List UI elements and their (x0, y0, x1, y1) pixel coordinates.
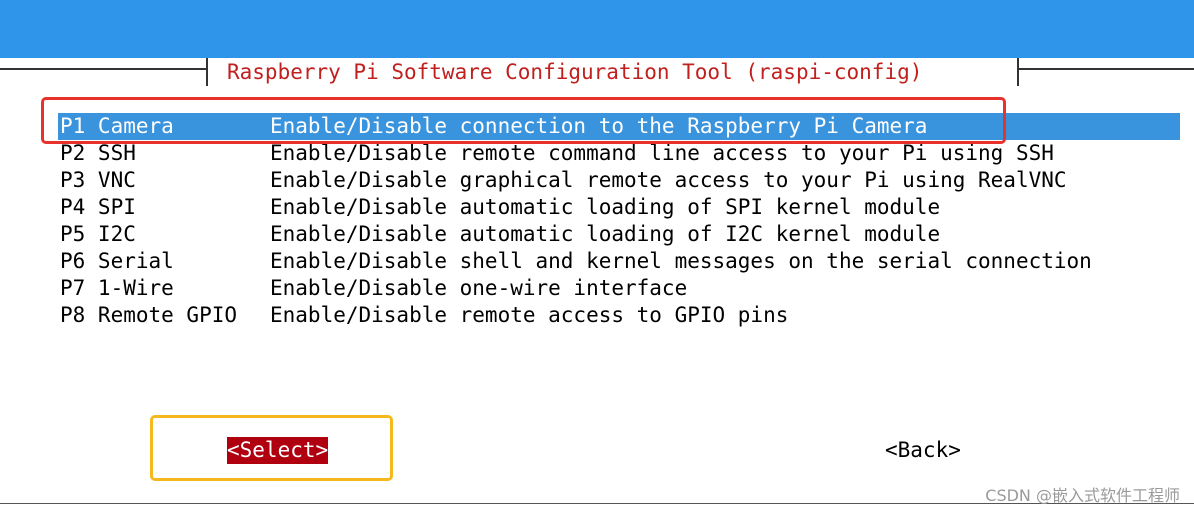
frame-top-left-line (0, 68, 206, 70)
menu-item-description: Enable/Disable graphical remote access t… (270, 168, 1067, 192)
menu-item-description: Enable/Disable remote command line acces… (270, 141, 1054, 165)
csdn-watermark: CSDN @嵌入式软件工程师 (985, 486, 1180, 505)
menu-item-p4-spi[interactable]: P4 SPI Enable/Disable automatic loading … (0, 194, 1194, 221)
menu-item-description: Enable/Disable remote access to GPIO pin… (270, 303, 789, 327)
menu-item-key: P4 SPI (60, 195, 136, 219)
frame-top-right-line (1019, 68, 1194, 70)
dialog-title: Raspberry Pi Software Configuration Tool… (227, 60, 923, 84)
menu-item-p5-i2c[interactable]: P5 I2C Enable/Disable automatic loading … (0, 221, 1194, 248)
select-button[interactable]: <Select> (227, 437, 329, 464)
menu-item-key: P7 1-Wire (60, 276, 174, 300)
menu-item-key: P3 VNC (60, 168, 136, 192)
menu-item-description: Enable/Disable shell and kernel messages… (270, 249, 1092, 273)
menu-item-key: P8 Remote GPIO (60, 303, 238, 327)
menu-item-p7-1-wire[interactable]: P7 1-Wire Enable/Disable one-wire interf… (0, 275, 1194, 302)
terminal-top-band (0, 0, 1194, 58)
menu-item-key: P5 I2C (60, 222, 136, 246)
menu-item-p3-vnc[interactable]: P3 VNC Enable/Disable graphical remote a… (0, 167, 1194, 194)
menu-item-description: Enable/Disable connection to the Raspber… (270, 114, 928, 138)
menu-item-description: Enable/Disable one-wire interface (270, 276, 688, 300)
menu-item-p8-remote-gpio[interactable]: P8 Remote GPIO Enable/Disable remote acc… (0, 302, 1194, 329)
menu-item-key: P6 Serial (60, 249, 174, 273)
menu-item-p2-ssh[interactable]: P2 SSH Enable/Disable remote command lin… (0, 140, 1194, 167)
back-button[interactable]: <Back> (885, 437, 961, 464)
menu-item-p6-serial[interactable]: P6 Serial Enable/Disable shell and kerne… (0, 248, 1194, 275)
menu-item-description: Enable/Disable automatic loading of SPI … (270, 195, 941, 219)
menu-item-key: P1 Camera (60, 114, 174, 138)
menu-item-description: Enable/Disable automatic loading of I2C … (270, 222, 941, 246)
menu-item-key: P2 SSH (60, 141, 136, 165)
menu-item-p1-camera[interactable]: P1 Camera Enable/Disable connection to t… (0, 113, 1194, 140)
interface-options-menu: P1 Camera Enable/Disable connection to t… (0, 113, 1194, 329)
